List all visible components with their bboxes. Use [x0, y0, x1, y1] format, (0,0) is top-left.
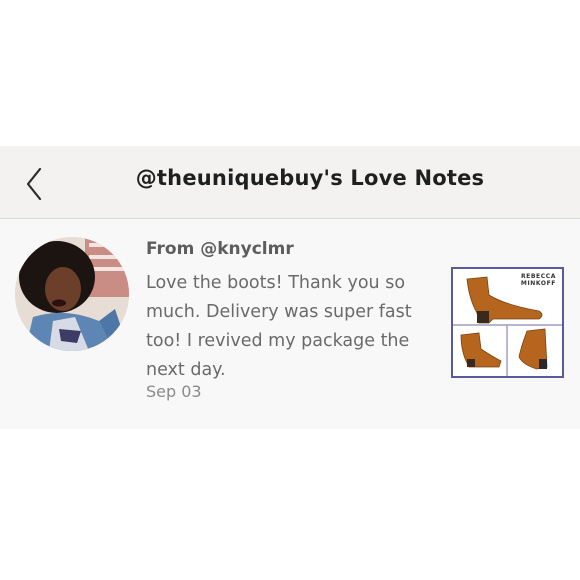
- product-thumbnail[interactable]: REBECCA MINKOFF: [451, 267, 564, 378]
- page-title: @theuniquebuy's Love Notes: [135, 166, 485, 190]
- header-bar: @theuniquebuy's Love Notes: [0, 146, 580, 219]
- avatar[interactable]: [15, 237, 129, 351]
- note-message: Love the boots! Thank you so much. Deliv…: [146, 273, 412, 380]
- top-blank-area: [0, 0, 580, 146]
- chevron-left-icon: [26, 167, 42, 201]
- brand-label-line2: MINKOFF: [520, 280, 556, 287]
- note-sender: From @knyclmr: [146, 239, 294, 259]
- brand-label-line1: REBECCA: [520, 273, 556, 280]
- love-note-card: From @knyclmr Love the boots! Thank you …: [0, 219, 580, 429]
- back-button[interactable]: [16, 162, 52, 202]
- avatar-image: [15, 237, 129, 351]
- note-date: Sep 03: [146, 382, 202, 401]
